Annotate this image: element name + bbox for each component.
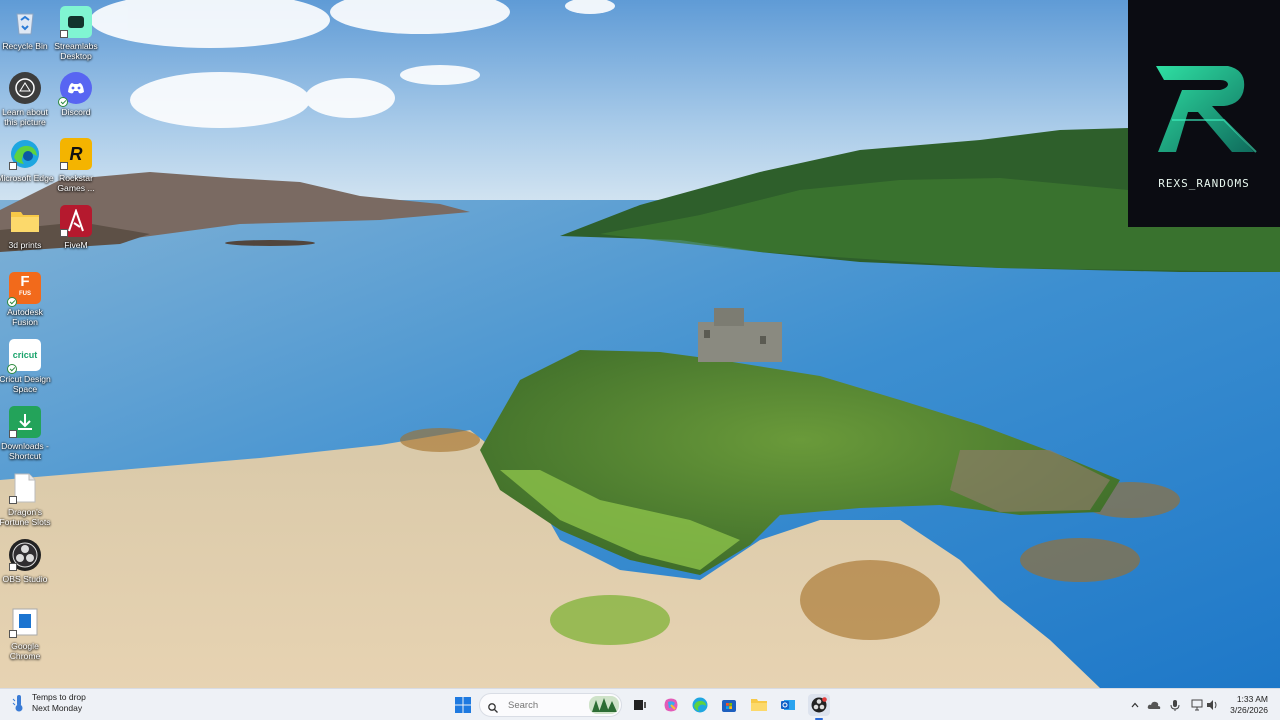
shortcut-arrow-icon (60, 162, 68, 170)
desktop-icon-area: Recycle Bin Streamlabs Desktop Learn abo… (0, 0, 110, 688)
desktop-icon-label: Streamlabs Desktop (54, 41, 98, 61)
desktop-icon-cricut[interactable]: cricut Cricut Design Space (0, 339, 53, 394)
desktop-icon-fusion[interactable]: F FUS Autodesk Fusion (0, 272, 53, 327)
task-view-button[interactable] (629, 694, 651, 716)
desktop-icon-obs[interactable]: OBS Studio (0, 539, 53, 584)
shortcut-arrow-icon (9, 496, 17, 504)
sync-status-icon (7, 364, 17, 374)
cricut-glyph: cricut (12, 350, 38, 360)
desktop-icon-label: Google Chrome (9, 641, 41, 661)
desktop-icon-streamlabs[interactable]: Streamlabs Desktop (48, 6, 104, 61)
outlook-icon (781, 700, 795, 710)
desktop-icon-chrome[interactable]: Google Chrome (0, 606, 53, 661)
windows-logo-icon (455, 697, 471, 713)
shortcut-arrow-icon (9, 430, 17, 438)
search-input[interactable] (506, 698, 580, 712)
folder-icon (9, 205, 41, 237)
start-button[interactable] (452, 694, 474, 716)
desktop-wallpaper (0, 0, 1280, 688)
desktop-icon-label: Downloads - Shortcut (1, 441, 49, 461)
search-highlight-icon (589, 696, 619, 714)
cricut-icon: cricut (7, 339, 41, 374)
obs-icon (9, 539, 41, 571)
desktop-icon-label: Cricut Design Space (0, 374, 51, 394)
streamlabs-icon (60, 6, 92, 38)
weather-subline: Next Monday (32, 702, 83, 713)
tray-onedrive[interactable] (1147, 698, 1161, 712)
store-icon (722, 700, 736, 712)
cloud-icon (1147, 701, 1161, 709)
obs-icon (811, 697, 827, 713)
microphone-icon (1170, 699, 1180, 711)
shortcut-arrow-icon (9, 630, 17, 638)
thermometer-icon (12, 694, 26, 712)
fivem-icon (60, 205, 92, 237)
taskbar-edge[interactable] (689, 694, 711, 716)
chevron-up-icon (1131, 702, 1139, 708)
show-hidden-icons-button[interactable] (1128, 698, 1142, 712)
monitor-icon (1191, 699, 1203, 711)
clock-time: 1:33 AM (1236, 694, 1268, 704)
shortcut-arrow-icon (60, 30, 68, 38)
tray-microphone[interactable] (1168, 698, 1182, 712)
weather-headline: Temps to drop (32, 692, 86, 702)
discord-icon (58, 72, 92, 107)
tray-display[interactable] (1190, 698, 1204, 712)
desktop-icon-learn-picture[interactable]: Learn about this picture (0, 72, 53, 127)
taskbar: Temps to drop Next Monday Search 1:33 AM… (0, 688, 1280, 720)
taskbar-clock[interactable]: 1:33 AM 3/26/2026 (1228, 694, 1268, 716)
desktop-icon-label: Rockstar Games ... (57, 173, 95, 193)
task-view-icon (634, 700, 646, 710)
fusion-glyph: F (20, 273, 30, 290)
taskbar-outlook[interactable] (777, 694, 799, 716)
chrome-doc-icon (9, 606, 41, 638)
clock-date: 3/26/2026 (1230, 705, 1268, 715)
desktop-icon-dragons-fortune[interactable]: Dragon's Fortune Slots (0, 472, 53, 527)
fusion-tag: FUS (19, 291, 31, 297)
taskbar-search[interactable] (479, 693, 622, 717)
fusion-icon: F FUS (7, 272, 41, 307)
tray-volume[interactable] (1205, 698, 1219, 712)
speaker-icon (1207, 700, 1217, 710)
rockstar-icon: R (60, 138, 92, 170)
taskbar-copilot[interactable] (660, 694, 682, 716)
file-icon (9, 472, 41, 504)
desktop-icon-label: OBS Studio (2, 574, 48, 584)
edge-icon (692, 697, 708, 713)
desktop-icon-discord[interactable]: Discord (48, 72, 104, 117)
sync-status-icon (7, 297, 17, 307)
edge-icon (9, 138, 41, 170)
rex-logo-icon (1156, 66, 1257, 153)
weather-widget[interactable]: Temps to drop Next Monday (12, 692, 86, 713)
desktop-icon-label: Dragon's Fortune Slots (0, 507, 51, 527)
learn-picture-icon (9, 72, 41, 104)
rockstar-glyph: R (69, 143, 83, 164)
search-icon (488, 700, 498, 713)
downloads-icon (9, 406, 41, 438)
folder-icon (751, 699, 767, 711)
streamer-name: REXS_RANDOMS (1158, 177, 1250, 190)
desktop-icon-rockstar[interactable]: R Rockstar Games ... (48, 138, 104, 193)
streamer-logo-overlay: REXS_RANDOMS (1128, 0, 1280, 227)
desktop-icon-label: Autodesk Fusion (7, 307, 43, 327)
desktop-icon-label: FiveM (64, 240, 88, 250)
shortcut-arrow-icon (9, 162, 17, 170)
recycle-bin-icon (9, 6, 41, 38)
taskbar-file-explorer[interactable] (748, 694, 770, 716)
sync-status-icon (58, 97, 68, 107)
taskbar-obs[interactable] (808, 694, 830, 716)
desktop-icon-fivem[interactable]: FiveM (48, 205, 104, 250)
copilot-icon (664, 698, 678, 712)
desktop-icon-downloads[interactable]: Downloads - Shortcut (0, 406, 53, 461)
shortcut-arrow-icon (60, 229, 68, 237)
desktop-icon-label: Discord (61, 107, 91, 117)
taskbar-store[interactable] (718, 694, 740, 716)
shortcut-arrow-icon (9, 563, 17, 571)
